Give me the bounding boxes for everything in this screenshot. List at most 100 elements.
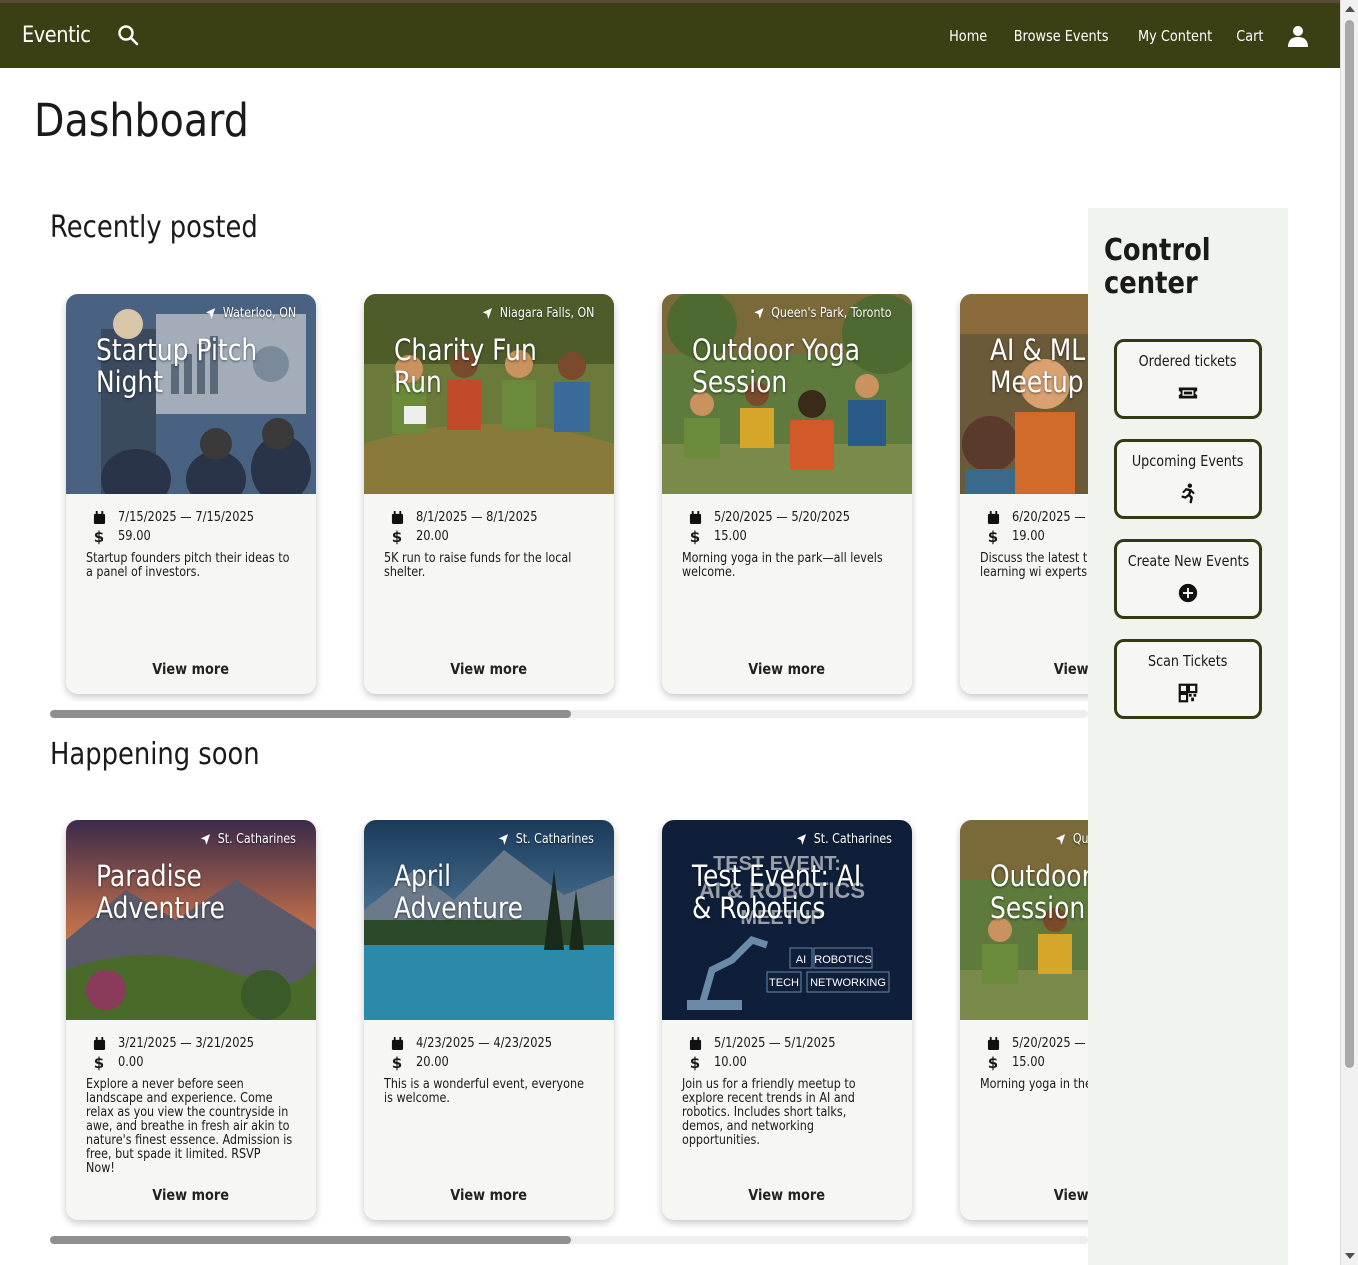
control-center-panel: Control center Ordered tickets Upcoming … [1088,208,1288,1265]
view-more-link[interactable]: View more [364,660,614,678]
event-image: St. Catharines Paradise Adventure [66,820,316,1020]
upcoming-events-button[interactable]: Upcoming Events [1114,439,1262,519]
page-title: Dashboard [34,94,249,147]
scroll-up-icon[interactable] [1345,6,1355,12]
ticket-icon [1178,387,1198,399]
dollar-icon: $ [391,1053,403,1072]
dollar-icon: $ [689,1053,701,1072]
event-description: This is a wonderful event, everyone is w… [384,1077,584,1106]
scrollbar-thumb[interactable] [1345,20,1354,1068]
event-image: Que Outdoor Session [960,820,1088,1020]
event-dates: 5/20/2025 — 5/20/2025 [682,508,892,527]
calendar-icon [391,510,403,524]
section-title-recently-posted: Recently posted [50,210,258,245]
scrollbar-thumb[interactable] [50,710,571,718]
recent-row-scrollbar[interactable] [50,710,1088,718]
event-dates: 5/1/2025 — 5/1/2025 [682,1034,892,1053]
dollar-icon: $ [93,527,105,546]
poster-tag: AI [796,954,806,966]
top-nav-bar: Eventic Home Browse Events My Content Ca… [0,0,1340,68]
event-price: $ 15.00 [689,527,747,546]
scan-tickets-button[interactable]: Scan Tickets [1114,639,1262,719]
view-more-link[interactable]: View more [364,1186,614,1204]
main-nav: Home Browse Events My Content Cart [946,3,1324,68]
calendar-icon [689,510,701,524]
ordered-tickets-button[interactable]: Ordered tickets [1114,339,1262,419]
view-more-link[interactable]: View more [662,660,912,678]
event-title: AI & ML Meetup [990,333,1086,399]
create-new-events-button[interactable]: Create New Events [1114,539,1262,619]
scrollbar-thumb[interactable] [50,1236,571,1244]
dollar-icon: $ [689,527,701,546]
button-label: Create New Events [1127,552,1249,570]
event-title: Charity Fun Run [394,333,537,399]
view-more-link[interactable]: View more [662,1186,912,1204]
page-vertical-scrollbar[interactable] [1340,0,1358,1265]
event-title: Paradise Adventure [96,859,225,925]
poster-tag: NETWORKING [810,977,886,989]
poster-tag: ROBOTICS [814,954,871,966]
button-label: Ordered tickets [1139,352,1237,370]
qr-code-icon [1178,683,1198,703]
event-card[interactable]: Queen's Park, Toronto Outdoor Yoga Sessi… [662,294,912,694]
dollar-icon: $ [93,1053,105,1072]
event-title: Test Event: AI & Robotics [692,859,862,925]
dollar-icon: $ [391,527,403,546]
event-dates: 4/23/2025 — 4/23/2025 [384,1034,594,1053]
scroll-down-icon[interactable] [1345,1253,1355,1259]
event-title: Startup Pitch Night [96,333,258,399]
nav-cart[interactable]: Cart [1237,27,1264,45]
location-arrow-icon [482,308,492,319]
running-person-icon [1181,483,1195,504]
location-arrow-icon [754,308,764,319]
event-card[interactable]: Waterloo, ON Startup Pitch Night 7/15/20… [66,294,316,694]
view-more-link[interactable]: View r [960,660,1088,678]
location-arrow-icon [498,834,509,845]
event-location: St. Catharines [200,832,296,847]
event-title: Outdoor Yoga Session [692,333,861,399]
event-image: Queen's Park, Toronto Outdoor Yoga Sessi… [662,294,912,494]
calendar-icon [93,1036,105,1050]
view-more-link[interactable]: View more [66,1186,316,1204]
event-description: Explore a never before seen landscape an… [86,1077,293,1176]
event-card[interactable]: AI & ML Meetup 6/20/2025 — 6 $ 19.00 Dis… [960,294,1088,694]
nav-my-content[interactable]: My Content [1138,27,1212,45]
nav-browse-events[interactable]: Browse Events [1014,27,1109,45]
event-price: $ 20.00 [391,527,449,546]
event-card[interactable]: Que Outdoor Session 5/20/2025 — 5 $ 15.0… [960,820,1088,1220]
event-dates: 8/1/2025 — 8/1/2025 [384,508,594,527]
upcoming-row-scrollbar[interactable] [50,1236,1088,1244]
dollar-icon: $ [987,527,999,546]
event-card[interactable]: Niagara Falls, ON Charity Fun Run 8/1/20… [364,294,614,694]
event-description: Startup founders pitch their ideas to a … [86,551,290,580]
calendar-icon [93,510,105,524]
view-more-link[interactable]: View more [66,660,316,678]
calendar-icon [987,1036,999,1050]
brand-logo[interactable]: Eventic [22,23,91,48]
event-description: Discuss the latest tr machine learning w… [980,551,1088,580]
event-image: TEST EVENT: AI & ROBOTICS MEETUP AI ROBO… [662,820,912,1020]
event-location: Niagara Falls, ON [481,306,594,321]
event-price: $ 0.00 [93,1053,144,1072]
location-arrow-icon [1055,834,1066,845]
event-location: Queen's Park, Toronto [754,306,892,321]
button-label: Upcoming Events [1132,452,1244,470]
upcoming-events-row[interactable]: St. Catharines Paradise Adventure 3/21/2… [50,820,1088,1228]
recent-events-row[interactable]: Waterloo, ON Startup Pitch Night 7/15/20… [50,294,1088,702]
calendar-icon [391,1036,403,1050]
event-dates: 7/15/2025 — 7/15/2025 [86,508,296,527]
event-card[interactable]: TEST EVENT: AI & ROBOTICS MEETUP AI ROBO… [662,820,912,1220]
poster-tag: TECH [769,977,799,989]
view-more-link[interactable]: View r [960,1186,1088,1204]
nav-home[interactable]: Home [949,27,987,45]
event-description: Morning yoga in the park—all levels welc… [682,551,883,580]
event-image: Niagara Falls, ON Charity Fun Run [364,294,614,494]
event-description: Join us for a friendly meetup to explore… [682,1077,856,1148]
search-icon[interactable] [116,23,140,47]
event-card[interactable]: St. Catharines April Adventure 4/23/2025… [364,820,614,1220]
event-title: Outdoor Session [990,859,1088,925]
user-account-icon[interactable] [1286,24,1310,48]
event-card[interactable]: St. Catharines Paradise Adventure 3/21/2… [66,820,316,1220]
event-price: $ 10.00 [689,1053,747,1072]
event-location: Que [1055,832,1088,847]
